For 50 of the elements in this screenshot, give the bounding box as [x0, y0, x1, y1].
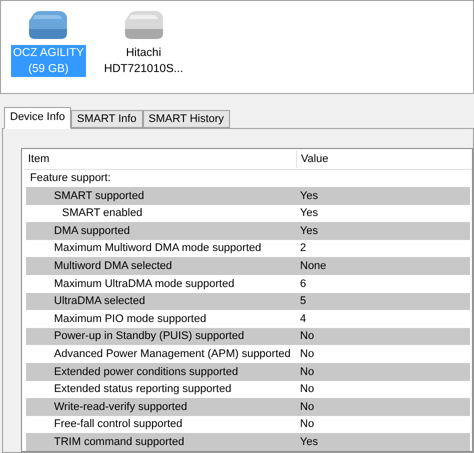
item-cell-text: Advanced Power Management (APM) supported: [53, 346, 292, 362]
item-cell-text: Maximum Multiword DMA mode supported: [53, 241, 262, 256]
tab[interactable]: SMART Info: [71, 110, 143, 128]
value-cell-text: No: [299, 417, 314, 432]
drive-item[interactable]: Hitachi HDT721010S...: [102, 11, 186, 77]
value-cell-text: No: [299, 364, 314, 380]
value-cell-text: No: [299, 329, 314, 344]
value-cell-text: No: [299, 400, 314, 415]
item-cell-text: Power-up in Standby (PUIS) supported: [53, 329, 246, 344]
item-cell-text: Write-read-verify supported: [53, 400, 188, 415]
value-cell-text: No: [299, 346, 314, 362]
column-header[interactable]: Item: [24, 151, 296, 168]
item-cell-text: UltraDMA selected: [53, 294, 146, 310]
drive-label: OCZ AGILITY (59 GB): [11, 45, 86, 77]
list-row[interactable]: Extended power conditions supported No: [26, 363, 470, 381]
item-cell-text: Free-fall control supported: [53, 417, 184, 432]
list-row[interactable]: TRIM command supported Yes: [26, 433, 470, 451]
list-row[interactable]: Write-read-verify supported No: [26, 398, 470, 416]
item-cell-text: SMART supported: [53, 188, 146, 204]
value-cell-text: Yes: [299, 224, 318, 239]
value-cell-text: 6: [299, 276, 306, 292]
list-row[interactable]: Power-up in Standby (PUIS) supported No: [26, 328, 470, 346]
value-cell-text: No: [299, 382, 314, 398]
list-row[interactable]: UltraDMA selected 5: [26, 292, 470, 310]
drive-icon: [122, 11, 165, 41]
drive-label: Hitachi HDT721010S...: [102, 46, 184, 77]
item-cell-text: SMART enabled: [61, 206, 144, 222]
tab[interactable]: SMART History: [142, 110, 230, 128]
value-cell-text: None: [299, 259, 326, 274]
item-cell-text: Maximum UltraDMA mode supported: [53, 276, 236, 292]
item-cell-text: DMA supported: [53, 224, 131, 239]
value-cell-text: Yes: [299, 434, 318, 450]
item-cell-text: Extended power conditions supported: [53, 364, 240, 380]
drive-icon: [27, 11, 70, 41]
item-cell-text: Feature support:: [29, 171, 112, 186]
value-cell-text: 2: [299, 241, 306, 256]
value-cell-text: Yes: [299, 206, 318, 222]
value-cell-text: 5: [299, 294, 306, 310]
tab[interactable]: Device Info: [4, 106, 72, 128]
item-cell-text: TRIM command supported: [53, 434, 186, 450]
value-cell-text: Yes: [299, 188, 318, 204]
list-row[interactable]: DMA supported Yes: [26, 222, 470, 240]
item-cell-text: Extended status reporting supported: [53, 382, 232, 398]
item-cell-text: Maximum PIO mode supported: [53, 312, 208, 327]
column-header[interactable]: Value: [296, 151, 328, 168]
value-cell-text: 4: [299, 312, 306, 327]
list-row[interactable]: SMART supported Yes: [26, 187, 470, 205]
item-cell-text: Multiword DMA selected: [53, 259, 173, 274]
list-row[interactable]: Multiword DMA selected None: [26, 257, 470, 276]
list-row[interactable]: SMART enabled Yes: [26, 204, 470, 222]
